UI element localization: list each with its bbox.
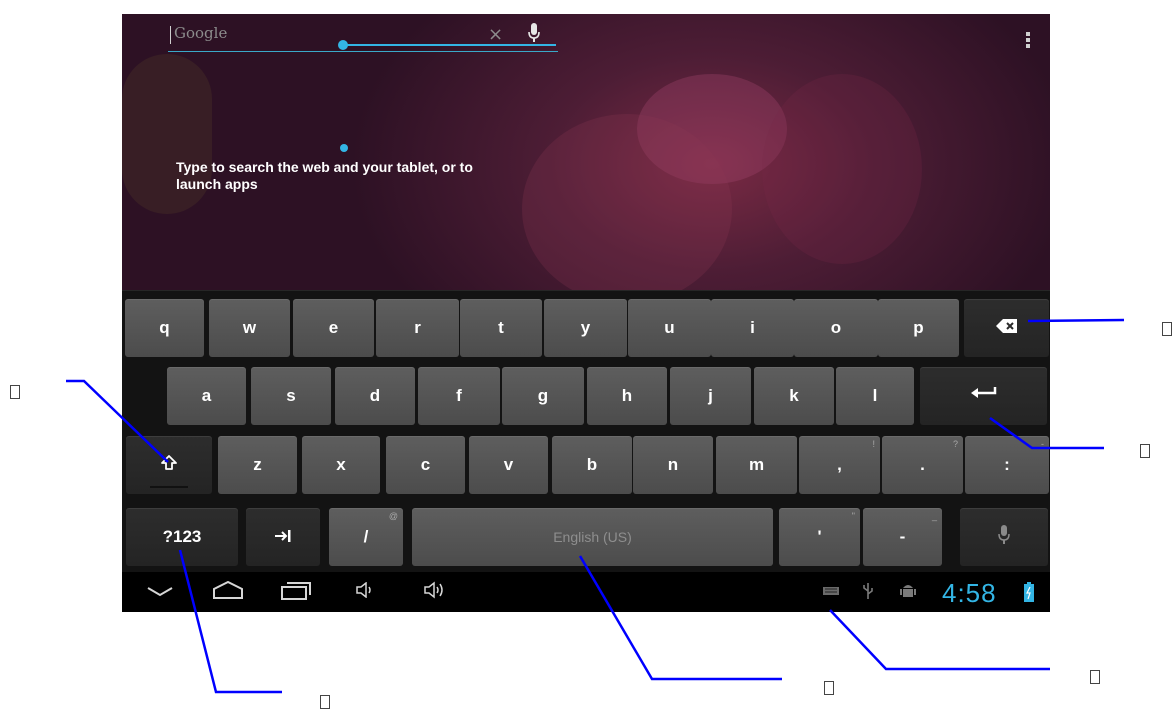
callout-line-enter (989, 416, 1104, 450)
callout-marker (1090, 670, 1100, 684)
callout-line-keyboard-icon (829, 609, 1050, 671)
callout-marker (320, 695, 330, 709)
callout-marker (10, 385, 20, 399)
callout-line-space (578, 555, 782, 681)
callout-line-symbols (178, 549, 282, 694)
callout-marker (1162, 322, 1172, 336)
callout-marker (1140, 444, 1150, 458)
callout-annotations (66, 318, 1125, 694)
callout-marker (824, 681, 834, 695)
callout-line-shift (66, 379, 169, 463)
callout-lines (66, 318, 1125, 694)
callout-line-backspace (1027, 318, 1125, 323)
